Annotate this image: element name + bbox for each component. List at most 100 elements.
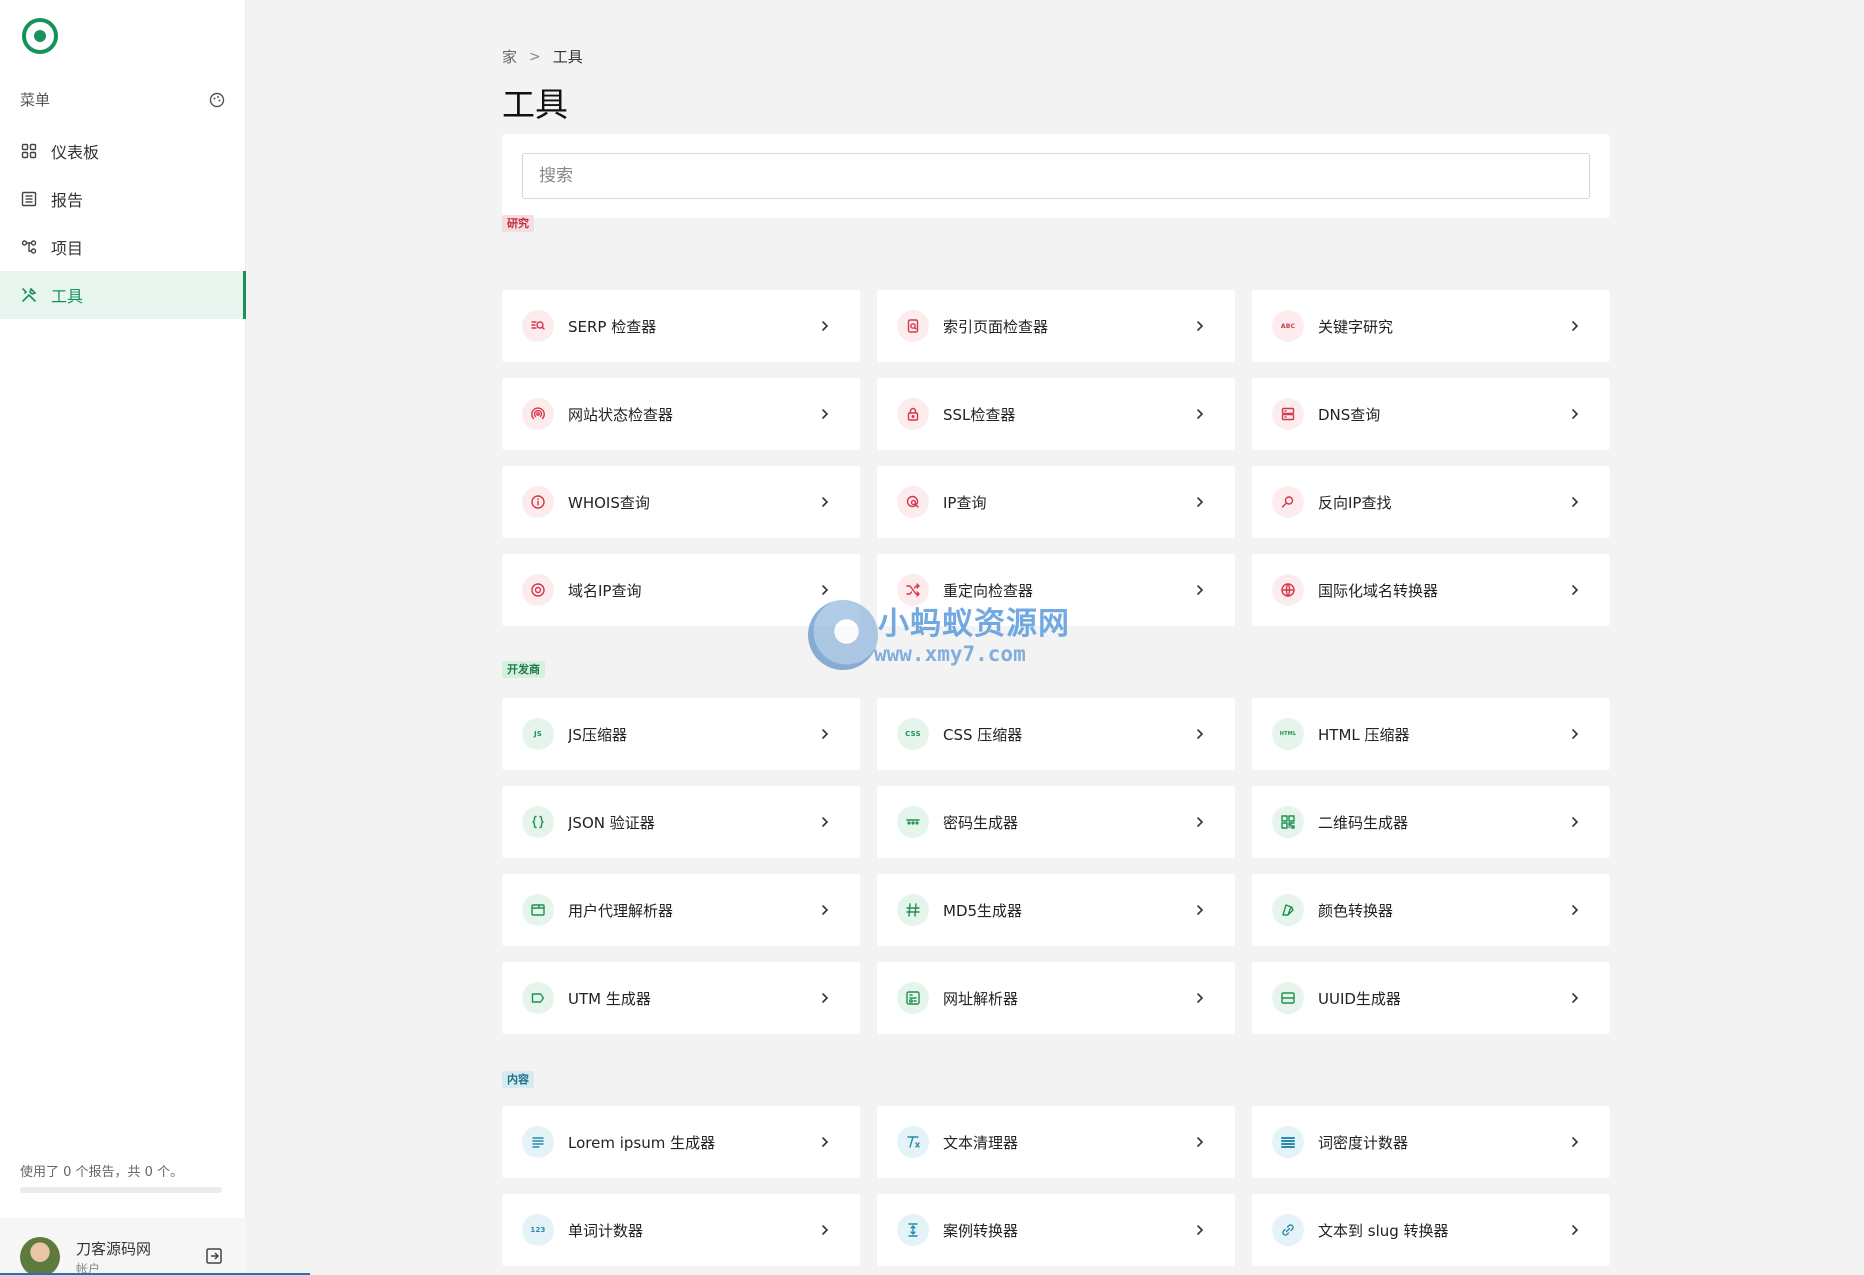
tool-card[interactable]: JSON 验证器 bbox=[502, 786, 860, 858]
tool-name: 网址解析器 bbox=[943, 989, 1019, 1008]
tool-name: JSON 验证器 bbox=[568, 813, 655, 832]
tool-name: UUID生成器 bbox=[1318, 989, 1401, 1008]
tool-card[interactable]: 国际化域名转换器 bbox=[1252, 554, 1610, 626]
page-title: 工具 bbox=[502, 85, 568, 124]
tool-name: 词密度计数器 bbox=[1318, 1133, 1409, 1152]
palette-icon[interactable] bbox=[208, 91, 226, 109]
location-icon bbox=[522, 574, 554, 606]
sidebar-item-label: 仪表板 bbox=[51, 143, 100, 162]
chevron-right-icon bbox=[1191, 493, 1209, 511]
ip-search-icon bbox=[897, 486, 929, 518]
user-name: 刀客源码网 bbox=[76, 1240, 152, 1258]
sidebar-item-tools[interactable]: 工具 bbox=[0, 271, 246, 319]
tool-card[interactable]: 反向IP查找 bbox=[1252, 466, 1610, 538]
tool-name: HTML 压缩器 bbox=[1318, 725, 1410, 744]
tool-card[interactable]: 索引页面检查器 bbox=[877, 290, 1235, 362]
tool-card[interactable]: 密码生成器 bbox=[877, 786, 1235, 858]
lock-icon bbox=[897, 398, 929, 430]
chevron-right-icon bbox=[1191, 1133, 1209, 1151]
tool-name: SSL检查器 bbox=[943, 405, 1016, 424]
serp-search-icon bbox=[522, 310, 554, 342]
breadcrumb-home[interactable]: 家 bbox=[502, 46, 517, 67]
tool-card[interactable]: 二维码生成器 bbox=[1252, 786, 1610, 858]
tool-name: MD5生成器 bbox=[943, 901, 1023, 920]
tool-name: 案例转换器 bbox=[943, 1221, 1019, 1240]
password-dots-icon bbox=[897, 806, 929, 838]
avatar[interactable] bbox=[20, 1237, 60, 1275]
tool-card[interactable]: UUID生成器 bbox=[1252, 962, 1610, 1034]
tool-badge-text: JS bbox=[533, 730, 543, 738]
tool-grid-content: Lorem ipsum 生成器 文本清理器 词密度计数器 123 单词计数器 案例转换器 文… bbox=[502, 1106, 1610, 1266]
chevron-right-icon bbox=[1191, 813, 1209, 831]
tool-name: JS压缩器 bbox=[568, 725, 627, 744]
search-input[interactable] bbox=[522, 153, 1590, 199]
chevron-right-icon bbox=[816, 901, 834, 919]
tool-name: Lorem ipsum 生成器 bbox=[568, 1133, 716, 1152]
index-page-icon bbox=[897, 310, 929, 342]
density-bars-icon bbox=[1272, 1126, 1304, 1158]
tool-name: SERP 检查器 bbox=[568, 317, 657, 336]
user-panel[interactable]: 刀客源码网 帐户 bbox=[0, 1218, 246, 1275]
category-label-content: 内容 bbox=[502, 1071, 534, 1088]
sidebar-item-dashboard[interactable]: 仪表板 bbox=[0, 127, 246, 175]
tool-card[interactable]: 重定向检查器 bbox=[877, 554, 1235, 626]
tool-card[interactable]: 词密度计数器 bbox=[1252, 1106, 1610, 1178]
tool-card[interactable]: IP查询 bbox=[877, 466, 1235, 538]
tool-card[interactable]: JS JS压缩器 bbox=[502, 698, 860, 770]
tool-card[interactable]: HTML HTML 压缩器 bbox=[1252, 698, 1610, 770]
tool-name: 单词计数器 bbox=[568, 1221, 644, 1240]
tool-card[interactable]: SERP 检查器 bbox=[502, 290, 860, 362]
browser-window-icon bbox=[522, 894, 554, 926]
breadcrumb-current: 工具 bbox=[552, 48, 583, 66]
tool-card[interactable]: UTM 生成器 bbox=[502, 962, 860, 1034]
tool-card[interactable]: 案例转换器 bbox=[877, 1194, 1235, 1266]
tool-card[interactable]: 颜色转换器 bbox=[1252, 874, 1610, 946]
chevron-right-icon bbox=[1566, 725, 1584, 743]
chevron-right-icon bbox=[816, 813, 834, 831]
chevron-right-icon bbox=[1566, 813, 1584, 831]
tool-grid-developer: JS JS压缩器 CSS CSS 压缩器 HTML HTML 压缩器 JSON 验证器 密码生… bbox=[502, 698, 1610, 1034]
tool-card[interactable]: 网站状态检查器 bbox=[502, 378, 860, 450]
clear-format-icon bbox=[897, 1126, 929, 1158]
tool-name: 重定向检查器 bbox=[943, 581, 1034, 600]
css-icon: CSS bbox=[897, 718, 929, 750]
tool-name: UTM 生成器 bbox=[568, 989, 651, 1008]
tool-grid-research: SERP 检查器 索引页面检查器 ABC 关键字研究网站状态检查器 SSL检查器 DNS查… bbox=[502, 290, 1610, 626]
tool-card[interactable]: 网址解析器 bbox=[877, 962, 1235, 1034]
chevron-right-icon bbox=[1566, 1133, 1584, 1151]
sidebar-item-projects[interactable]: 项目 bbox=[0, 223, 246, 271]
tool-card[interactable]: ABC 关键字研究 bbox=[1252, 290, 1610, 362]
tool-name: 国际化域名转换器 bbox=[1318, 581, 1439, 600]
sidebar-item-reports[interactable]: 报告 bbox=[0, 175, 246, 223]
watermark-url: www.xmy7.com bbox=[874, 642, 1026, 666]
chevron-right-icon bbox=[816, 1133, 834, 1151]
tool-card[interactable]: DNS查询 bbox=[1252, 378, 1610, 450]
tool-card[interactable]: Lorem ipsum 生成器 bbox=[502, 1106, 860, 1178]
tool-card[interactable]: 123 单词计数器 bbox=[502, 1194, 860, 1266]
tool-badge-text: 123 bbox=[530, 1226, 546, 1234]
chevron-right-icon bbox=[816, 405, 834, 423]
globe-icon bbox=[1272, 574, 1304, 606]
case-convert-icon bbox=[897, 1214, 929, 1246]
tool-name: DNS查询 bbox=[1318, 405, 1381, 424]
app-logo[interactable] bbox=[20, 16, 60, 56]
sidebar: 菜单 仪表板 报告 项目 工具 使用了 0 个报告，共 0 个。 刀客源码网 帐… bbox=[0, 0, 246, 1275]
sidebar-item-label: 工具 bbox=[51, 287, 84, 306]
tool-name: IP查询 bbox=[943, 493, 987, 512]
html-icon: HTML bbox=[1272, 718, 1304, 750]
tool-card[interactable]: 用户代理解析器 bbox=[502, 874, 860, 946]
chevron-right-icon bbox=[1191, 405, 1209, 423]
shuffle-icon bbox=[897, 574, 929, 606]
tool-name: 用户代理解析器 bbox=[568, 901, 674, 920]
tool-card[interactable]: 域名IP查询 bbox=[502, 554, 860, 626]
chevron-right-icon bbox=[1566, 989, 1584, 1007]
tool-card[interactable]: SSL检查器 bbox=[877, 378, 1235, 450]
chevron-right-icon bbox=[1566, 581, 1584, 599]
tool-card[interactable]: 文本清理器 bbox=[877, 1106, 1235, 1178]
tool-name: 文本清理器 bbox=[943, 1133, 1019, 1152]
logout-icon[interactable] bbox=[204, 1246, 224, 1266]
tool-card[interactable]: 文本到 slug 转换器 bbox=[1252, 1194, 1610, 1266]
tool-card[interactable]: MD5生成器 bbox=[877, 874, 1235, 946]
tool-card[interactable]: CSS CSS 压缩器 bbox=[877, 698, 1235, 770]
tool-card[interactable]: WHOIS查询 bbox=[502, 466, 860, 538]
